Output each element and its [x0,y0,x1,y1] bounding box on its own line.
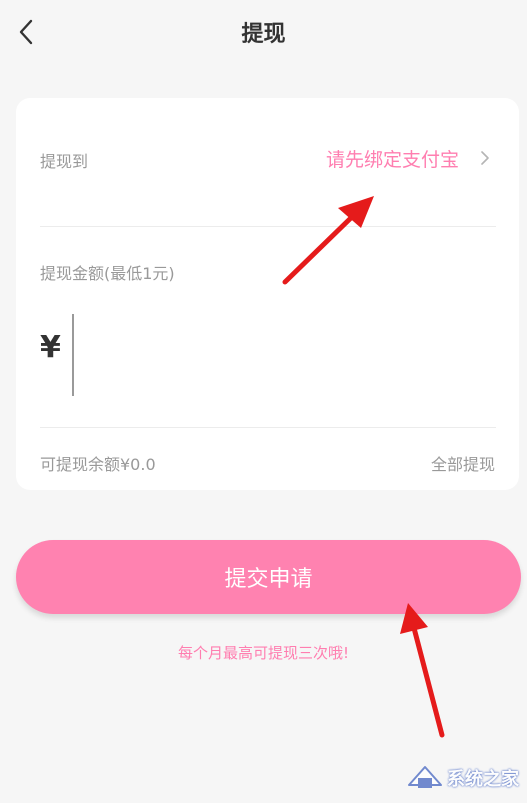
submit-application-button[interactable]: 提交申请 [16,540,521,614]
divider [40,226,496,227]
watermark: 系统之家 [405,763,519,793]
chevron-right-icon [481,151,489,165]
withdraw-limit-note: 每个月最高可提现三次哦! [177,644,349,662]
top-nav-bar: 提现 [0,0,527,64]
withdraw-amount-label: 提现金额(最低1元) [40,264,175,283]
available-balance: 可提现余额¥0.0 [40,455,156,474]
currency-symbol: ¥ [40,330,61,365]
red-arrow-icon [400,603,445,738]
withdraw-all-button[interactable]: 全部提现 [431,451,495,475]
withdraw-target-label: 提现到 [40,152,89,171]
bind-alipay-link[interactable]: 请先绑定支付宝 [326,145,459,172]
page-title: 提现 [241,22,286,47]
withdraw-target-row[interactable]: 提现到 请先绑定支付宝 [16,98,519,226]
amount-input[interactable] [76,312,486,396]
divider [40,427,496,428]
watermark-logo-icon [408,766,442,788]
text-cursor [72,314,74,396]
amount-input-row: ¥ [40,312,496,398]
withdraw-form-card: 提现到 请先绑定支付宝 提现金额(最低1元) ¥ 可提现余额¥0.0 全部提现 [16,98,519,490]
watermark-text: 系统之家 [447,769,519,790]
